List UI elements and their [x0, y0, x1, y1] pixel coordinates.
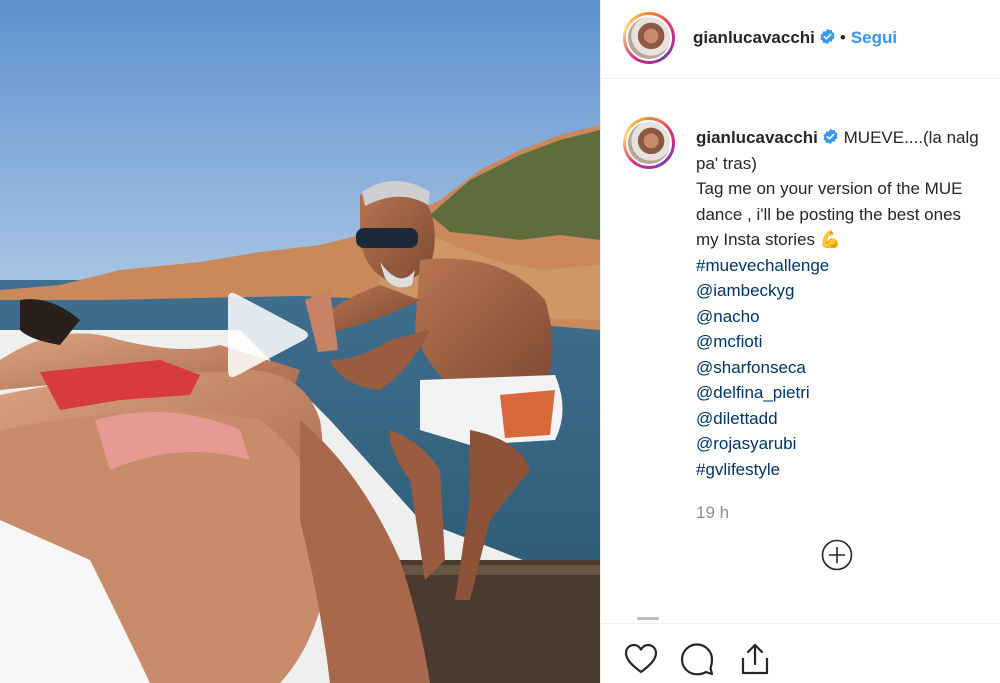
verified-badge-icon: [823, 128, 838, 145]
caption-line-1: gianlucavacchi MUEVE....(la nalg: [696, 125, 1000, 151]
caption-text-line: dance , i'll be posting the best ones: [696, 204, 962, 224]
follow-button[interactable]: Segui: [851, 28, 897, 47]
caption-username[interactable]: gianlucavacchi: [696, 128, 818, 147]
action-bar: [601, 623, 1000, 683]
caption-text-line: MUEVE....(la nalg: [843, 128, 979, 147]
mention-link[interactable]: @sharfonseca: [696, 355, 1000, 381]
mention-link[interactable]: @mcfioti: [696, 329, 1000, 355]
mention-link[interactable]: @rojasyarubi: [696, 431, 1000, 457]
verified-badge-icon: [820, 28, 835, 45]
mention-link[interactable]: @delfina_pietri: [696, 380, 1000, 406]
caption-story-ring[interactable]: [623, 117, 675, 169]
share-icon[interactable]: [737, 641, 773, 677]
comment-separator: [637, 617, 659, 620]
mention-link[interactable]: @nacho: [696, 304, 1000, 330]
separator-dot: •: [839, 28, 846, 47]
hashtag-link[interactable]: #gvlifestyle: [696, 457, 1000, 483]
hashtag-link[interactable]: #muevechallenge: [696, 253, 1000, 279]
caption-text-line: Tag me on your version of the MUE: [696, 179, 963, 198]
play-icon[interactable]: [222, 290, 312, 380]
caption-avatar[interactable]: [626, 120, 672, 166]
story-ring[interactable]: [623, 12, 675, 64]
post-video[interactable]: [0, 0, 600, 683]
heart-icon[interactable]: [623, 641, 659, 677]
caption-text-line: my Insta stories 💪: [696, 230, 841, 249]
plus-circle-icon[interactable]: [821, 539, 853, 571]
post-header: gianlucavacchi • Segui: [601, 0, 1000, 79]
post-timestamp[interactable]: 19 h: [696, 503, 729, 523]
header-username[interactable]: gianlucavacchi: [693, 28, 815, 47]
header-user-line: gianlucavacchi • Segui: [693, 28, 897, 48]
caption-text-line: pa' tras): [696, 153, 757, 173]
avatar[interactable]: [626, 15, 672, 61]
mention-link[interactable]: @iambeckyg: [696, 278, 1000, 304]
caption-text: gianlucavacchi MUEVE....(la nalg pa' tra…: [696, 125, 1000, 482]
post-sidebar: gianlucavacchi • Segui gianlucavacchi MUEV…: [600, 0, 1000, 683]
mention-link[interactable]: @dilettadd: [696, 406, 1000, 432]
comment-icon[interactable]: [679, 641, 715, 677]
